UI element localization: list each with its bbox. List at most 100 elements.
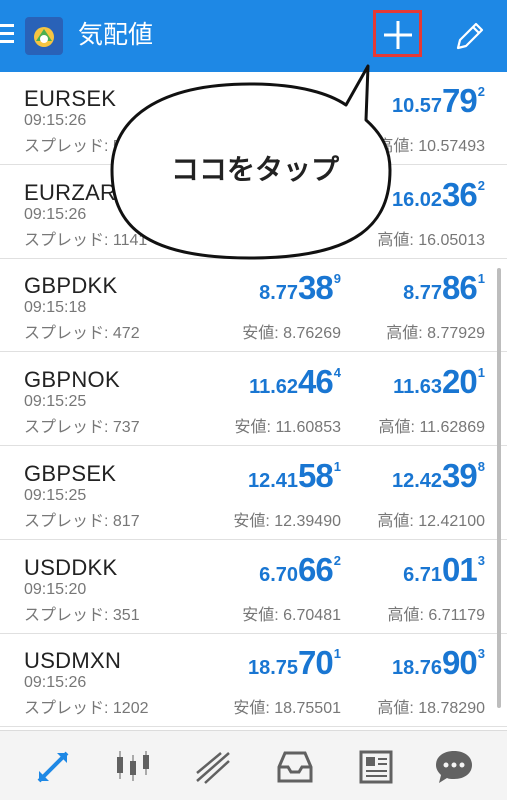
ask-price[interactable]: 16.02362 bbox=[392, 176, 485, 214]
ask-price[interactable]: 8.77861 bbox=[403, 269, 485, 307]
ask-price[interactable]: 12.42398 bbox=[392, 457, 485, 495]
ask-price-prefix: 6.71 bbox=[403, 563, 443, 586]
pencil-icon bbox=[456, 22, 484, 50]
symbol-name: GBPSEK bbox=[24, 460, 117, 486]
symbol-name: EURSEK bbox=[24, 86, 117, 111]
low-price: 安値: 11.60853 bbox=[234, 419, 341, 437]
ask-price-fraction: 3 bbox=[477, 646, 485, 662]
high-price: 高値: 16.05013 bbox=[377, 231, 485, 249]
scrollbar[interactable] bbox=[497, 268, 501, 708]
quote-time: 09:15:25 bbox=[24, 486, 87, 504]
high-price: 高値: 18.78290 bbox=[377, 700, 485, 718]
spread-value: スプレッド: 472 bbox=[24, 325, 140, 343]
ask-price-fraction: 1 bbox=[477, 365, 485, 381]
ask-price-fraction: 3 bbox=[477, 552, 485, 568]
spread-value: スプレッド: 5 bbox=[24, 138, 122, 155]
quotes-arrows-icon bbox=[37, 751, 69, 783]
symbol-name: USDDKK bbox=[24, 554, 118, 580]
ask-price-fraction: 2 bbox=[477, 177, 485, 193]
quote-time: 09:15:26 bbox=[24, 112, 87, 129]
app-logo-icon bbox=[25, 17, 63, 55]
quote-row[interactable]: GBPDKK 09:15:18 スプレッド: 472 8.77389 8.77861 安値… bbox=[0, 259, 507, 353]
spread-value: スプレッド: 1202 bbox=[24, 700, 149, 718]
symbol-name: USDMXN bbox=[24, 648, 122, 674]
ask-price-pips: 90 bbox=[442, 644, 478, 682]
ask-price-fraction: 2 bbox=[477, 84, 485, 99]
bid-price-pips: 46 bbox=[298, 363, 334, 401]
tab-trade[interactable] bbox=[191, 745, 235, 789]
ask-price-prefix: 10.57 bbox=[391, 95, 443, 117]
high-price: 高値: 10.57493 bbox=[377, 138, 485, 155]
tab-chart[interactable] bbox=[111, 745, 155, 789]
plus-icon bbox=[384, 21, 412, 49]
tab-messages[interactable] bbox=[273, 745, 317, 789]
quote-time: 09:15:26 bbox=[24, 674, 87, 692]
edit-button[interactable] bbox=[452, 18, 488, 54]
tab-chat[interactable] bbox=[432, 745, 476, 789]
spread-value: スプレッド: 351 bbox=[24, 606, 140, 624]
bid-price[interactable]: 18.75701 bbox=[248, 644, 341, 682]
ask-price-pips: 79 bbox=[442, 82, 478, 119]
high-price: 高値: 8.77929 bbox=[386, 325, 485, 343]
symbol-name: EURZAR bbox=[24, 179, 117, 205]
bid-price-pips: 58 bbox=[298, 456, 334, 494]
quote-time: 09:15:26 bbox=[24, 205, 87, 223]
spread-value: スプレッド: 817 bbox=[24, 512, 140, 530]
low-price: 安値: 18.75501 bbox=[233, 700, 341, 718]
ask-price-pips: 36 bbox=[442, 175, 478, 213]
quote-time: 09:15:20 bbox=[24, 580, 87, 598]
ask-price[interactable]: 6.71013 bbox=[403, 551, 485, 589]
ask-price-pips: 86 bbox=[442, 269, 478, 307]
quote-time: 09:15:18 bbox=[24, 299, 87, 317]
ask-price-prefix: 8.77 bbox=[403, 282, 443, 305]
ask-price-prefix: 16.02 bbox=[391, 188, 443, 211]
hamburger-icon[interactable] bbox=[0, 24, 14, 46]
bid-price[interactable]: 8.77389 bbox=[259, 269, 341, 307]
bottom-nav bbox=[0, 730, 507, 800]
low-price: 安値: 12.39490 bbox=[233, 512, 341, 530]
quote-row[interactable]: EURZAR 09:15:26 スプレッド: 1141 16.02362 高値: 16.… bbox=[0, 165, 507, 259]
tab-news[interactable] bbox=[353, 745, 397, 789]
bid-price-fraction: 1 bbox=[333, 458, 341, 474]
symbol-name: GBPNOK bbox=[24, 367, 120, 393]
bid-price[interactable]: 6.70662 bbox=[259, 551, 341, 589]
tab-quotes[interactable] bbox=[31, 745, 75, 789]
bid-price-pips: 38 bbox=[298, 269, 334, 307]
symbol-name: GBPDKK bbox=[24, 273, 118, 299]
bid-price-fraction: 2 bbox=[333, 552, 341, 568]
quote-time: 09:15:25 bbox=[24, 393, 87, 411]
bid-price-prefix: 8.77 bbox=[259, 282, 299, 305]
bid-price[interactable]: 12.41581 bbox=[248, 457, 341, 495]
trade-lines-icon bbox=[196, 752, 230, 784]
page-title: 気配値 bbox=[78, 20, 154, 49]
ask-price-pips: 20 bbox=[442, 363, 478, 401]
bid-price-pips: 70 bbox=[298, 644, 334, 682]
ask-price-fraction: 1 bbox=[477, 271, 485, 287]
spread-value: スプレッド: 737 bbox=[24, 419, 140, 437]
ask-price[interactable]: 11.63201 bbox=[393, 363, 485, 401]
quote-row[interactable]: GBPNOK 09:15:25 スプレッド: 737 11.62464 11.63201… bbox=[0, 353, 507, 447]
bid-price-prefix: 6.70 bbox=[259, 563, 299, 586]
bid-price-fraction: 4 bbox=[333, 365, 341, 381]
ask-price-pips: 01 bbox=[442, 550, 478, 588]
quote-row[interactable]: GBPSEK 09:15:25 スプレッド: 817 12.41581 12.42398… bbox=[0, 446, 507, 540]
bid-price[interactable]: 11.62464 bbox=[249, 363, 341, 401]
top-bar: 気配値 bbox=[0, 0, 507, 72]
spread-value: スプレッド: 1141 bbox=[24, 231, 148, 249]
ask-price-fraction: 8 bbox=[477, 458, 485, 474]
bid-price-pips: 66 bbox=[298, 550, 334, 588]
inbox-tray-icon bbox=[277, 751, 313, 783]
high-price: 高値: 6.71179 bbox=[387, 606, 485, 624]
add-symbol-button[interactable] bbox=[373, 10, 422, 57]
ask-price-prefix: 11.63 bbox=[393, 376, 443, 399]
quote-row[interactable]: USDMXN 09:15:26 スプレッド: 1202 18.75701 18.7690… bbox=[0, 634, 507, 728]
bid-price-prefix: 12.41 bbox=[247, 469, 299, 492]
ask-price[interactable]: 10.57792 bbox=[392, 82, 485, 120]
quote-row[interactable]: EURSEK 09:15:26 スプレッド: 5 10.57792 高値: 10.574… bbox=[0, 72, 507, 165]
ask-price-pips: 39 bbox=[442, 456, 478, 494]
quote-row[interactable]: USDDKK 09:15:20 スプレッド: 351 6.70662 6.71013 安値… bbox=[0, 540, 507, 634]
chat-bubble-icon bbox=[436, 751, 472, 783]
ask-price[interactable]: 18.76903 bbox=[392, 644, 485, 682]
ask-price-prefix: 12.42 bbox=[391, 469, 443, 492]
news-icon bbox=[359, 750, 393, 784]
